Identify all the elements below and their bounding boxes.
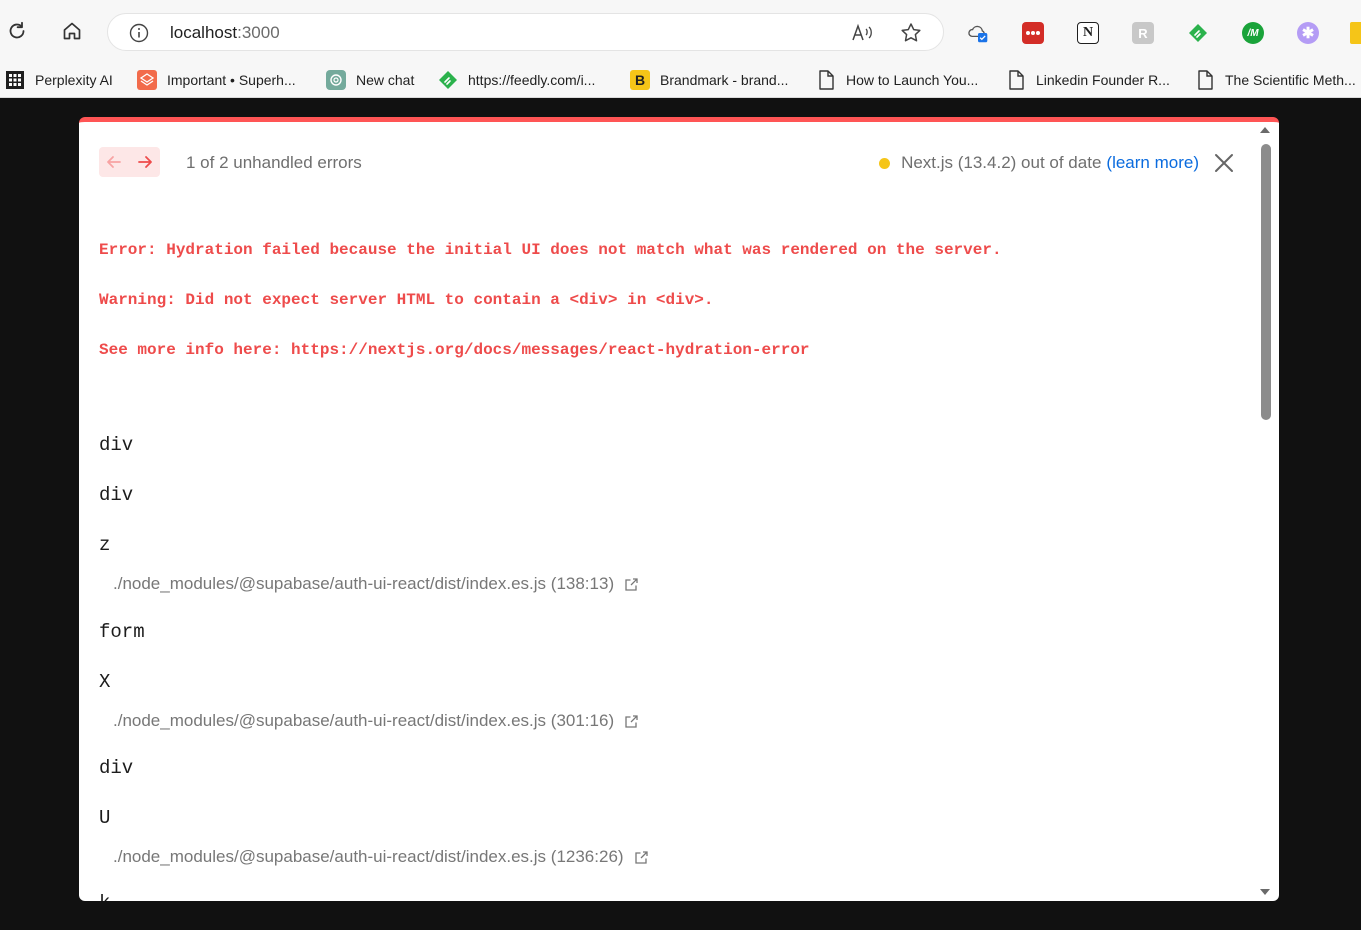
url-port: :3000	[237, 23, 280, 42]
bookmark-label: Linkedin Founder R...	[1036, 72, 1170, 88]
error-navigation	[99, 147, 160, 177]
feedly-extension-icon[interactable]	[1187, 22, 1209, 44]
page-icon	[1006, 70, 1026, 90]
bookmark-how-to-launch[interactable]: How to Launch You...	[816, 62, 979, 97]
stack-frame-source[interactable]: ./node_modules/@supabase/auth-ui-react/d…	[113, 847, 649, 867]
bookmark-new-chat[interactable]: New chat	[326, 62, 415, 97]
next-error-button[interactable]	[130, 147, 160, 177]
version-staleness: Next.js (13.4.2) out of date (learn more…	[879, 153, 1199, 173]
error-count: 1 of 2 unhandled errors	[186, 153, 362, 172]
stack-frame-component: div	[99, 434, 134, 456]
arrow-left-icon	[107, 156, 121, 168]
previous-error-button[interactable]	[99, 147, 129, 177]
cloud-sync-extension-icon[interactable]	[967, 22, 989, 44]
refresh-button[interactable]	[0, 16, 34, 50]
bookmark-label: https://feedly.com/i...	[468, 72, 596, 88]
bookmark-feedly[interactable]: https://feedly.com/i...	[438, 62, 596, 97]
external-link-icon[interactable]	[624, 714, 639, 729]
browser-toolbar: localhost:3000 N R /M ✱	[0, 0, 1361, 62]
external-link-icon[interactable]	[634, 850, 649, 865]
version-text: Next.js (13.4.2) out of date	[901, 153, 1102, 172]
arrow-right-icon	[138, 156, 152, 168]
lastpass-extension-icon[interactable]	[1022, 22, 1044, 44]
stack-frame-component: div	[99, 484, 134, 506]
stack-frame-component: X	[99, 671, 111, 693]
stack-frame-component: form	[99, 621, 145, 643]
bookmark-label: Brandmark - brand...	[660, 72, 789, 88]
notion-extension-icon[interactable]: N	[1077, 22, 1099, 44]
extension-partial-icon[interactable]	[1350, 22, 1361, 44]
brandmark-icon: B	[630, 70, 650, 90]
source-path[interactable]: ./node_modules/@supabase/auth-ui-react/d…	[113, 711, 614, 731]
bookmark-superhuman[interactable]: Important • Superh...	[137, 62, 296, 97]
home-icon	[61, 20, 83, 47]
page-icon	[816, 70, 836, 90]
address-bar[interactable]: localhost:3000	[107, 13, 944, 51]
stack-frame-component: div	[99, 757, 134, 779]
info-icon[interactable]	[128, 22, 150, 44]
bookmarks-bar: Perplexity AI Important • Superh... New …	[0, 62, 1361, 98]
warning-message: Warning: Did not expect server HTML to c…	[99, 291, 714, 309]
superhuman-icon	[137, 70, 157, 90]
close-button[interactable]	[1211, 150, 1237, 176]
read-aloud-icon[interactable]	[850, 21, 874, 45]
stack-frame-component: U	[99, 807, 111, 829]
bookmark-label: New chat	[356, 72, 415, 88]
bookmark-label: Important • Superh...	[167, 72, 296, 88]
bookmark-perplexity[interactable]: Perplexity AI	[5, 62, 113, 97]
error-overlay: 1 of 2 unhandled errors Next.js (13.4.2)…	[79, 117, 1279, 901]
stack-frame-source[interactable]: ./node_modules/@supabase/auth-ui-react/d…	[113, 711, 639, 731]
bookmark-brandmark[interactable]: B Brandmark - brand...	[630, 62, 789, 97]
bookmark-scientific-method[interactable]: The Scientific Meth...	[1195, 62, 1356, 97]
page-icon	[1195, 70, 1215, 90]
scrollbar-thumb[interactable]	[1261, 144, 1271, 420]
error-message: Error: Hydration failed because the init…	[99, 241, 1002, 259]
stack-frame-component: k	[99, 892, 110, 901]
status-dot-icon	[879, 157, 891, 169]
close-icon	[1215, 154, 1233, 172]
stack-frame-source[interactable]: ./node_modules/@supabase/auth-ui-react/d…	[113, 574, 639, 594]
scroll-up-arrow-icon[interactable]	[1259, 124, 1271, 134]
extension-grey-icon[interactable]: R	[1132, 22, 1154, 44]
url-host: localhost	[170, 23, 238, 42]
url-text[interactable]: localhost:3000	[170, 23, 280, 43]
source-path[interactable]: ./node_modules/@supabase/auth-ui-react/d…	[113, 847, 624, 867]
home-button[interactable]	[55, 16, 89, 50]
external-link-icon[interactable]	[624, 577, 639, 592]
info-message: See more info here: https://nextjs.org/d…	[99, 341, 810, 359]
apps-grid-icon	[5, 70, 25, 90]
stack-frame-component: z	[99, 534, 111, 556]
openai-icon	[326, 70, 346, 90]
star-icon[interactable]	[899, 21, 923, 45]
bookmark-label: How to Launch You...	[846, 72, 979, 88]
bookmark-label: Perplexity AI	[35, 72, 113, 88]
feedly-icon	[438, 70, 458, 90]
extension-m-icon[interactable]: /M	[1242, 22, 1264, 44]
bookmark-linkedin-founder[interactable]: Linkedin Founder R...	[1006, 62, 1170, 97]
extension-asterisk-icon[interactable]: ✱	[1297, 22, 1319, 44]
source-path[interactable]: ./node_modules/@supabase/auth-ui-react/d…	[113, 574, 614, 594]
scroll-down-arrow-icon[interactable]	[1259, 887, 1271, 897]
learn-more-link[interactable]: (learn more)	[1106, 153, 1199, 173]
bookmark-label: The Scientific Meth...	[1225, 72, 1356, 88]
refresh-icon	[6, 20, 28, 47]
